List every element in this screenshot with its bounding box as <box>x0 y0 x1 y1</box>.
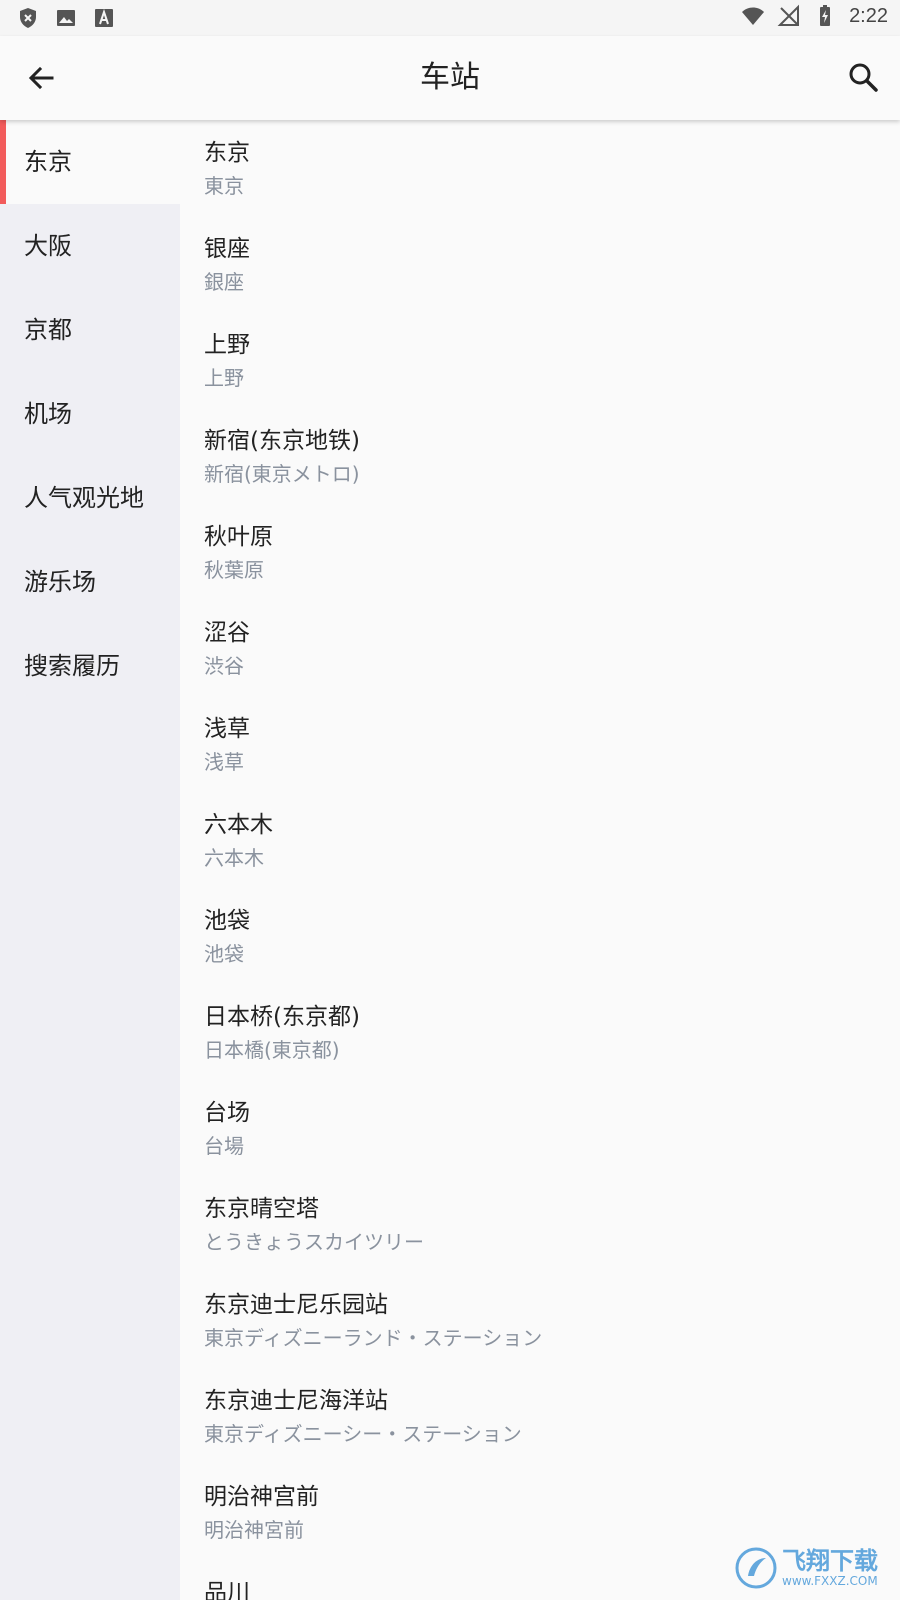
station-japanese-name: 東京ディズニーシー・ステーション <box>204 1422 522 1446</box>
font-a-icon <box>95 8 113 27</box>
shield-x-icon <box>20 8 36 28</box>
station-list[interactable]: 东京 東京 银座 銀座 上野 上野 新宿(东京地铁) 新宿(東京メトロ) 秋叶原 秋葉原 … <box>180 120 900 1600</box>
sidebar-item-amusement-park[interactable]: 游乐场 <box>0 540 180 624</box>
station-item[interactable]: 台场 台場 <box>180 1080 900 1176</box>
sidebar-item-tokyo[interactable]: 东京 <box>0 120 180 204</box>
sidebar-item-label: 人气观光地 <box>24 484 144 512</box>
no-signal-icon <box>777 4 800 26</box>
sidebar-item-label: 东京 <box>24 148 72 176</box>
sidebar-item-popular-sights[interactable]: 人气观光地 <box>0 456 180 540</box>
station-japanese-name: 六本木 <box>204 846 264 870</box>
station-name: 新宿(东京地铁) <box>204 428 360 454</box>
station-item[interactable]: 浅草 浅草 <box>180 696 900 792</box>
watermark-text-en: www.FXXZ.COM <box>782 1574 878 1588</box>
watermark-logo-icon <box>735 1547 777 1589</box>
station-name: 上野 <box>204 332 250 358</box>
sidebar-item-label: 机场 <box>24 400 72 428</box>
sidebar-item-label: 搜索履历 <box>24 652 120 680</box>
wifi-icon <box>742 7 765 25</box>
category-sidebar: 东京 大阪 京都 机场 人气观光地 游乐场 搜索履历 <box>0 120 180 1600</box>
station-japanese-name: 東京 <box>204 174 244 198</box>
station-name: 秋叶原 <box>204 524 273 550</box>
watermark-text-cn: 飞翔下载 <box>782 1547 878 1575</box>
sidebar-item-osaka[interactable]: 大阪 <box>0 204 180 288</box>
station-name: 池袋 <box>204 908 250 934</box>
station-item[interactable]: 银座 銀座 <box>180 216 900 312</box>
station-name: 东京迪士尼乐园站 <box>204 1292 388 1318</box>
status-clock: 2:22 <box>849 4 888 27</box>
station-name: 日本桥(东京都) <box>204 1004 360 1030</box>
sidebar-item-kyoto[interactable]: 京都 <box>0 288 180 372</box>
station-japanese-name: とうきょうスカイツリー <box>204 1230 424 1254</box>
search-icon <box>849 63 878 92</box>
station-item[interactable]: 新宿(东京地铁) 新宿(東京メトロ) <box>180 408 900 504</box>
station-japanese-name: 台場 <box>204 1134 244 1158</box>
sidebar-item-label: 京都 <box>24 316 72 344</box>
station-name: 东京 <box>204 140 250 166</box>
station-name: 东京晴空塔 <box>204 1196 319 1222</box>
station-name: 台场 <box>204 1100 250 1126</box>
station-item[interactable]: 六本木 六本木 <box>180 792 900 888</box>
sidebar-item-search-history[interactable]: 搜索履历 <box>0 624 180 708</box>
station-name: 浅草 <box>204 716 250 742</box>
station-japanese-name: 上野 <box>204 366 244 390</box>
battery-charging-icon <box>820 5 831 26</box>
station-japanese-name: 秋葉原 <box>204 558 264 582</box>
sidebar-item-airport[interactable]: 机场 <box>0 372 180 456</box>
station-japanese-name: 銀座 <box>204 270 244 294</box>
station-name: 涩谷 <box>204 620 250 646</box>
station-item[interactable]: 日本桥(东京都) 日本橋(東京都) <box>180 984 900 1080</box>
app-bar: 车站 <box>0 36 900 120</box>
station-japanese-name: 東京ディズニーランド・ステーション <box>204 1326 543 1350</box>
status-bar: 2:22 <box>0 0 900 36</box>
sidebar-item-label: 游乐场 <box>24 568 96 596</box>
station-item[interactable]: 东京迪士尼乐园站東京ディズニーランド・ステーション <box>180 1272 900 1368</box>
station-japanese-name: 池袋 <box>204 942 244 966</box>
station-japanese-name: 新宿(東京メトロ) <box>204 462 360 486</box>
search-button[interactable] <box>844 58 884 98</box>
station-item[interactable]: 秋叶原 秋葉原 <box>180 504 900 600</box>
station-item[interactable]: 东京晴空塔とうきょうスカイツリー <box>180 1176 900 1272</box>
station-item[interactable]: 上野 上野 <box>180 312 900 408</box>
image-icon <box>57 10 75 26</box>
station-japanese-name: 渋谷 <box>204 654 244 678</box>
station-name: 明治神宫前 <box>204 1484 319 1510</box>
station-name: 银座 <box>204 236 250 262</box>
station-name: 东京迪士尼海洋站 <box>204 1388 388 1414</box>
sidebar-item-label: 大阪 <box>24 232 72 260</box>
station-item[interactable]: 池袋 池袋 <box>180 888 900 984</box>
station-item[interactable]: 东京迪士尼海洋站東京ディズニーシー・ステーション <box>180 1368 900 1464</box>
station-item[interactable]: 东京 東京 <box>180 120 900 216</box>
station-japanese-name: 日本橋(東京都) <box>204 1038 340 1062</box>
watermark: 飞翔下载 www.FXXZ.COM <box>734 1540 894 1596</box>
station-name: 六本木 <box>204 812 273 838</box>
station-item[interactable]: 涩谷 渋谷 <box>180 600 900 696</box>
station-japanese-name: 浅草 <box>204 750 244 774</box>
page-title: 车站 <box>420 60 480 95</box>
